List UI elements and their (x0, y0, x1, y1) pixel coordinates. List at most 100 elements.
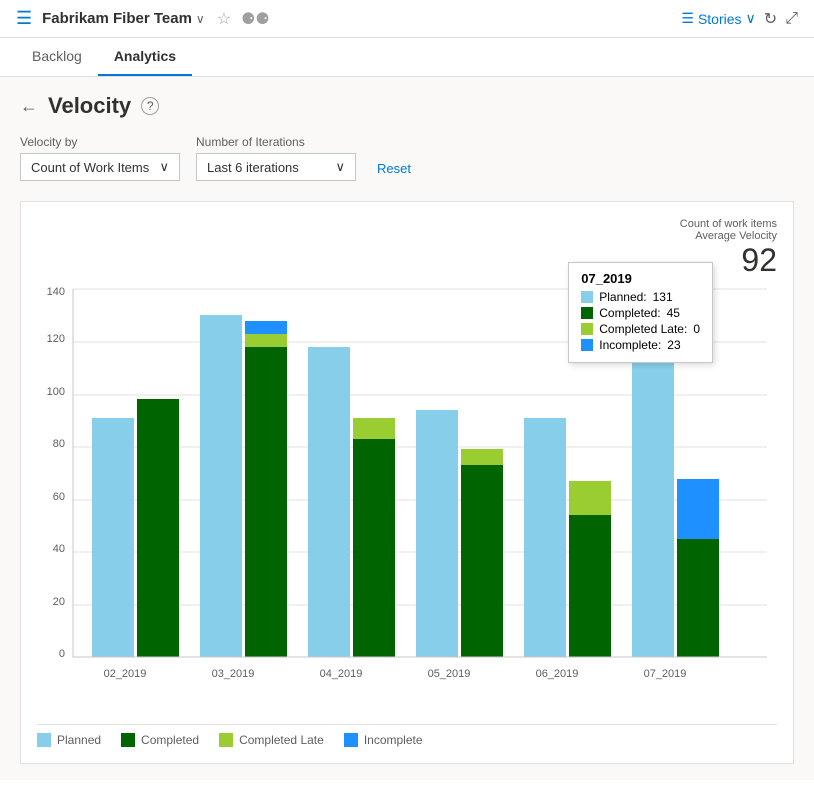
bar-05-completed-late (461, 449, 503, 465)
bar-06-completed (569, 515, 611, 657)
avg-label: Average Velocity (695, 230, 777, 242)
bar-03-completed-late (245, 334, 287, 347)
tooltip-planned-row: Planned: 131 (581, 290, 700, 304)
tooltip-completed-color (581, 307, 593, 319)
chart-tooltip: 07_2019 Planned: 131 Completed: 45 Compl… (568, 262, 713, 363)
svg-text:100: 100 (47, 386, 65, 398)
tab-analytics[interactable]: Analytics (98, 38, 192, 76)
bar-03-planned (200, 315, 242, 657)
bar-04-planned (308, 347, 350, 657)
iterations-dropdown[interactable]: Last 6 iterations ∨ (196, 153, 356, 181)
bar-03-incomplete (245, 321, 287, 334)
velocity-by-chevron-icon: ∨ (159, 159, 169, 175)
svg-text:07_2019: 07_2019 (644, 668, 687, 680)
tooltip-completed-value: 45 (667, 306, 680, 320)
bar-05-completed (461, 465, 503, 657)
legend-completed-late-color (219, 733, 233, 747)
favorite-icon[interactable]: ☆ (217, 9, 231, 29)
expand-icon[interactable]: ⤢ (785, 10, 798, 28)
bar-04-completed (353, 439, 395, 657)
count-label: Count of work items (680, 218, 777, 230)
bar-06-planned (524, 418, 566, 657)
legend-planned-color (37, 733, 51, 747)
header: ☰ Fabrikam Fiber Team ∨ ☆ ⚈⚈ ☰ Stories ∨… (0, 0, 814, 38)
main-content: ← Velocity ? Velocity by Count of Work I… (0, 77, 814, 780)
bar-03-completed (245, 347, 287, 657)
tooltip-planned-label: Planned: (599, 290, 646, 304)
tooltip-completed-late-value: 0 (693, 322, 700, 336)
nav-tabs: Backlog Analytics (0, 38, 814, 77)
svg-text:0: 0 (59, 648, 65, 660)
help-icon[interactable]: ? (141, 97, 159, 115)
back-button[interactable]: ← (20, 96, 38, 117)
team-name: Fabrikam Fiber Team (42, 10, 192, 27)
tooltip-incomplete-label: Incomplete: (599, 338, 661, 352)
chart-summary-label: Count of work items Average Velocity (37, 218, 777, 242)
legend-completed-late: Completed Late (219, 733, 324, 747)
tooltip-incomplete-value: 23 (667, 338, 680, 352)
app-icon: ☰ (16, 8, 32, 29)
velocity-by-control: Velocity by Count of Work Items ∨ (20, 135, 180, 181)
iterations-chevron-icon: ∨ (335, 159, 345, 175)
velocity-by-dropdown[interactable]: Count of Work Items ∨ (20, 153, 180, 181)
legend-completed-color (121, 733, 135, 747)
legend-planned: Planned (37, 733, 101, 747)
stories-chevron-icon: ∨ (746, 10, 756, 27)
tooltip-incomplete-color (581, 339, 593, 351)
bar-07-planned (632, 313, 674, 657)
legend-incomplete: Incomplete (344, 733, 423, 747)
svg-text:05_2019: 05_2019 (428, 668, 471, 680)
bar-04-completed-late (353, 418, 395, 439)
tooltip-completed-late-color (581, 323, 593, 335)
velocity-by-label: Velocity by (20, 135, 180, 149)
tooltip-completed-label: Completed: (599, 306, 660, 320)
svg-text:06_2019: 06_2019 (536, 668, 579, 680)
refresh-icon[interactable]: ↻ (764, 9, 777, 29)
bar-05-planned (416, 410, 458, 657)
team-members-icon[interactable]: ⚈⚈ (241, 9, 270, 29)
legend-completed-label: Completed (141, 733, 199, 747)
chart-legend: Planned Completed Completed Late Incompl… (37, 724, 777, 747)
svg-text:04_2019: 04_2019 (320, 668, 363, 680)
team-chevron-icon[interactable]: ∨ (196, 12, 205, 26)
bar-07-completed (677, 539, 719, 657)
tooltip-planned-color (581, 291, 593, 303)
iterations-label: Number of Iterations (196, 135, 356, 149)
svg-text:03_2019: 03_2019 (212, 668, 255, 680)
header-actions: ☰ Stories ∨ ↻ ⤢ (681, 9, 798, 29)
tab-backlog[interactable]: Backlog (16, 38, 98, 76)
legend-incomplete-color (344, 733, 358, 747)
tooltip-completed-row: Completed: 45 (581, 306, 700, 320)
page-title: Velocity (48, 93, 131, 119)
bar-06-completed-late (569, 481, 611, 515)
legend-incomplete-label: Incomplete (364, 733, 423, 747)
bar-02-completed (137, 399, 179, 657)
svg-text:40: 40 (53, 543, 65, 555)
velocity-by-value: Count of Work Items (31, 160, 149, 175)
tooltip-incomplete-row: Incomplete: 23 (581, 338, 700, 352)
legend-completed-late-label: Completed Late (239, 733, 324, 747)
legend-planned-label: Planned (57, 733, 101, 747)
svg-text:20: 20 (53, 596, 65, 608)
velocity-header: ← Velocity ? (20, 93, 794, 119)
iterations-value: Last 6 iterations (207, 160, 299, 175)
controls: Velocity by Count of Work Items ∨ Number… (20, 135, 794, 181)
tooltip-title: 07_2019 (581, 271, 700, 286)
tooltip-completed-late-label: Completed Late: (599, 322, 687, 336)
stories-icon: ☰ (681, 10, 694, 27)
iterations-control: Number of Iterations Last 6 iterations ∨ (196, 135, 356, 181)
tooltip-completed-late-row: Completed Late: 0 (581, 322, 700, 336)
svg-text:120: 120 (47, 333, 65, 345)
reset-button[interactable]: Reset (372, 156, 416, 181)
stories-label: Stories (698, 11, 742, 27)
svg-text:02_2019: 02_2019 (104, 668, 147, 680)
bar-02-planned (92, 418, 134, 657)
bar-07-incomplete (677, 479, 719, 539)
avg-value: 92 (741, 242, 777, 278)
tooltip-planned-value: 131 (653, 290, 673, 304)
stories-button[interactable]: ☰ Stories ∨ (681, 10, 755, 27)
svg-text:60: 60 (53, 491, 65, 503)
legend-completed: Completed (121, 733, 199, 747)
chart-container: Count of work items Average Velocity 92 … (20, 201, 794, 764)
svg-text:140: 140 (47, 287, 65, 298)
